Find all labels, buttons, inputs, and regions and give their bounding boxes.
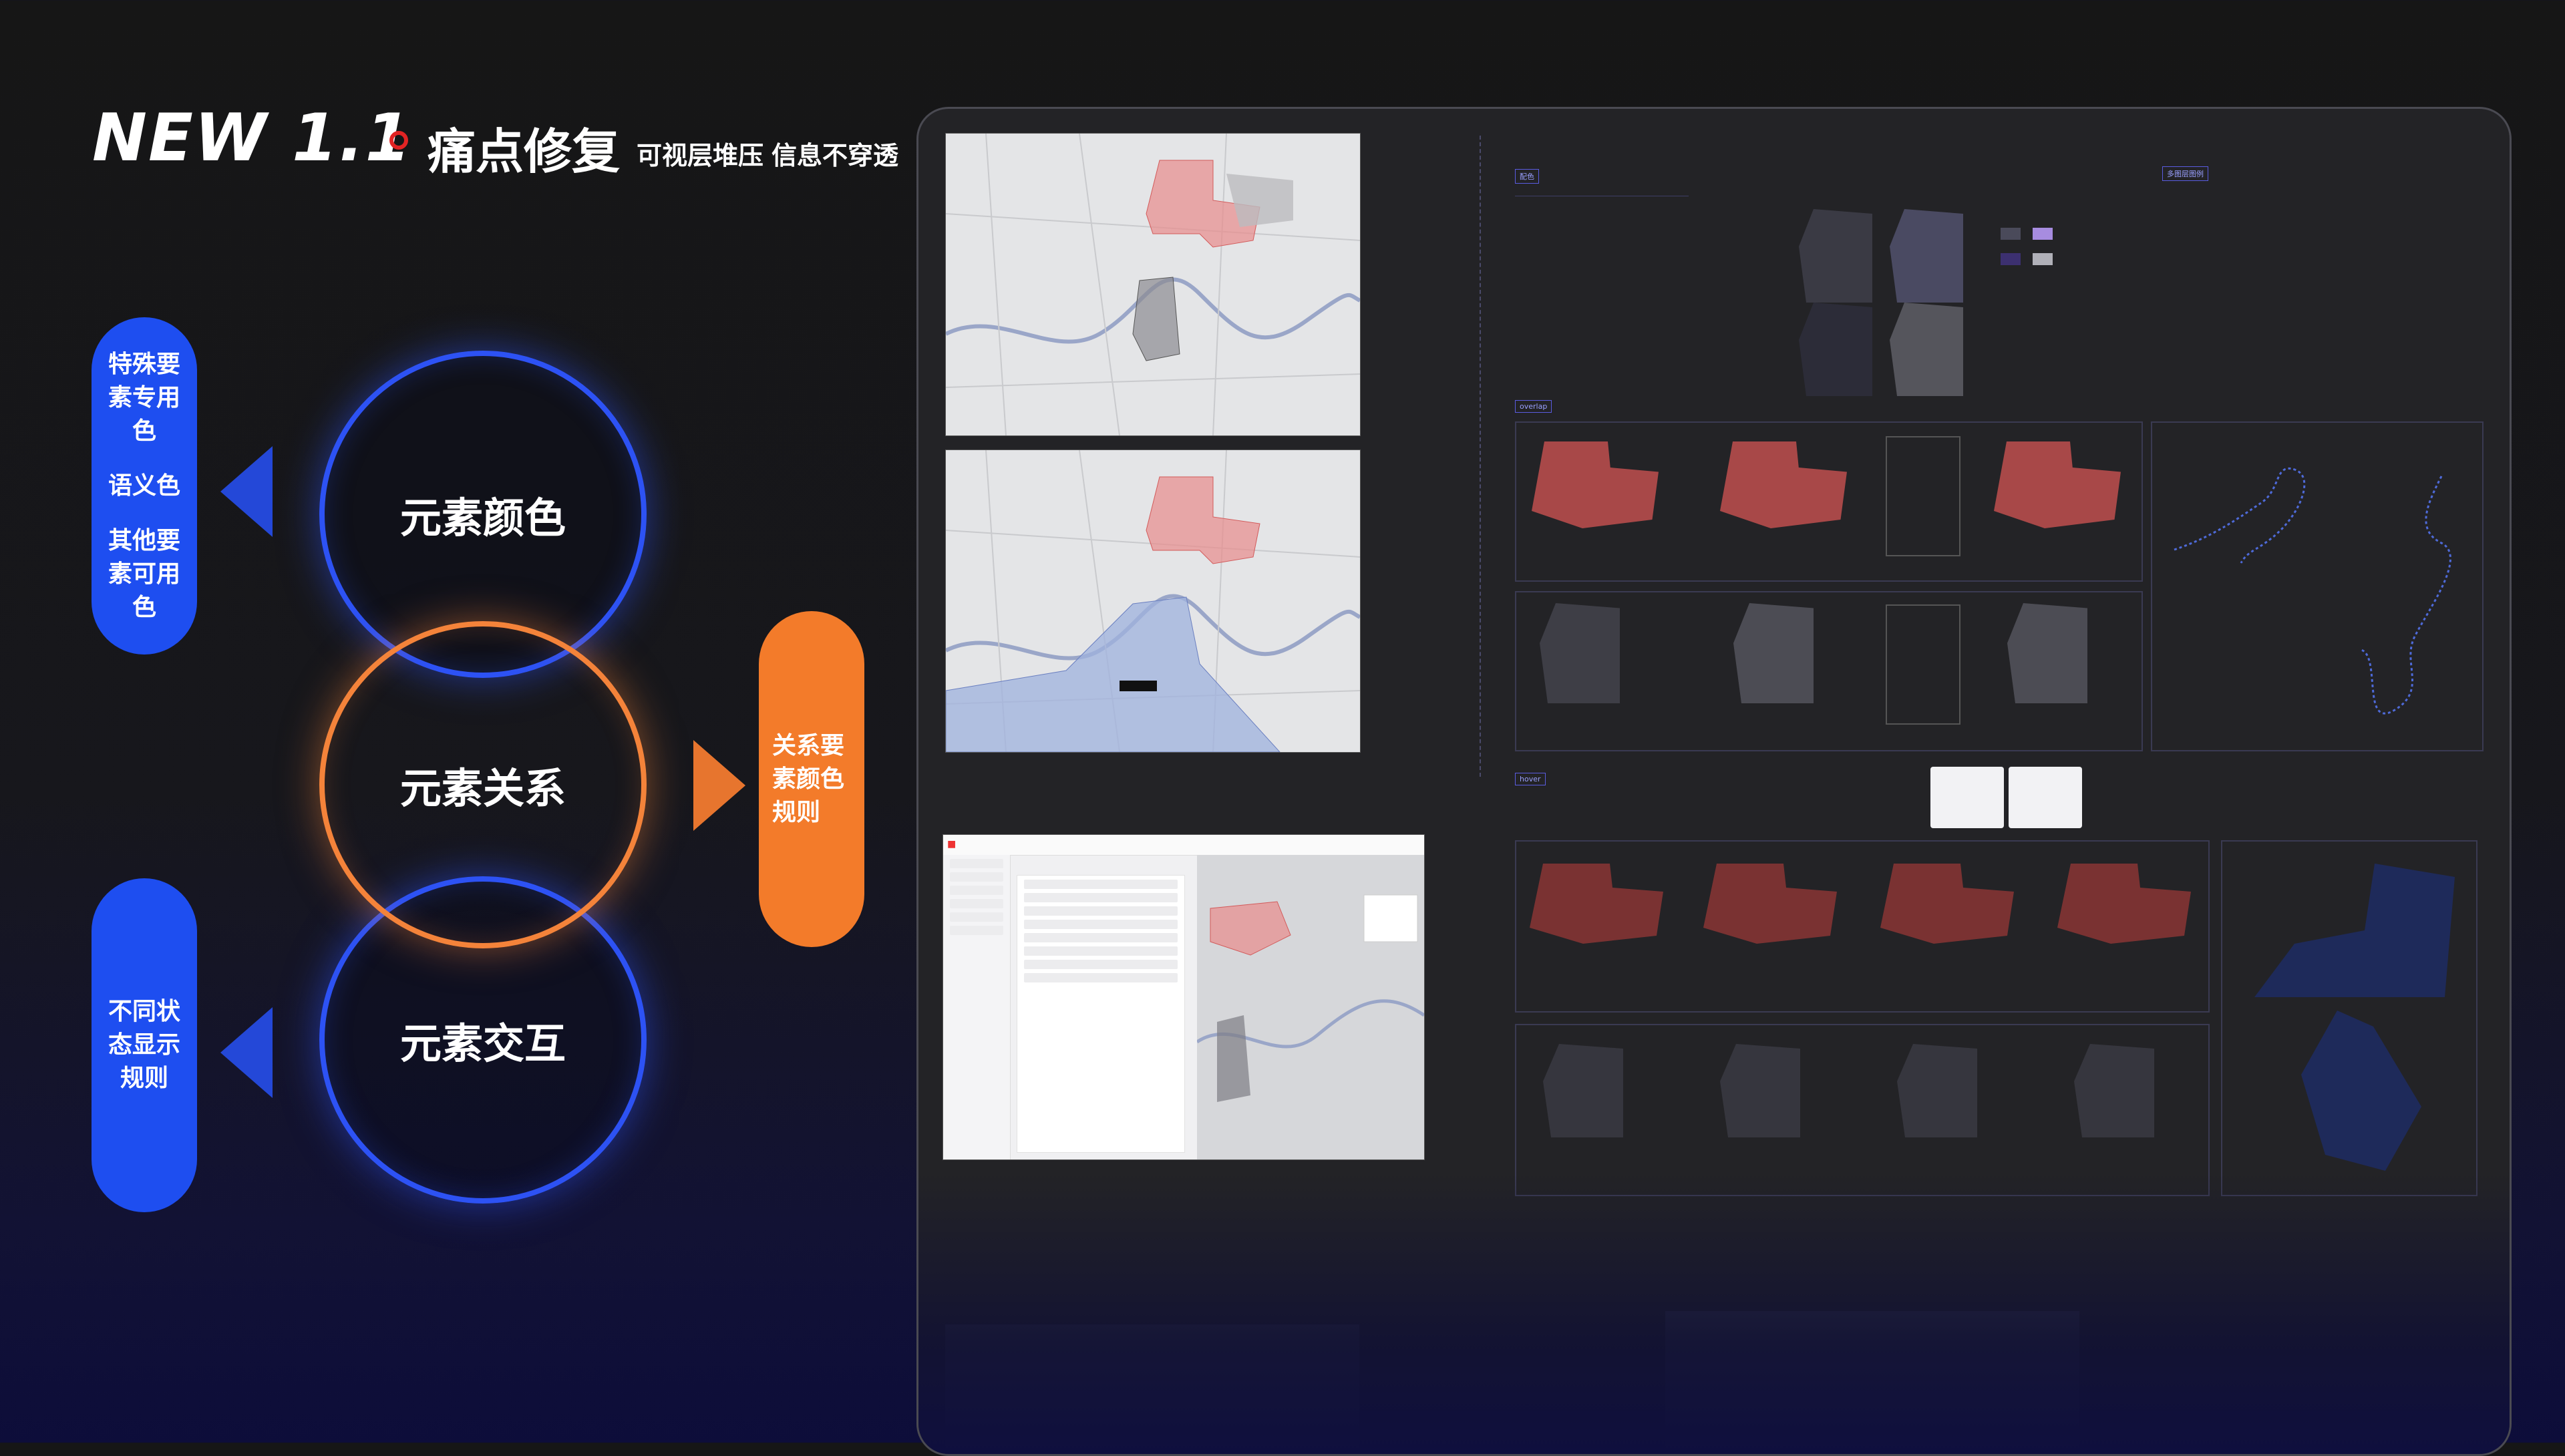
element-interaction-label: 元素交互 [399,1019,566,1068]
pill-text: 规则 [120,1065,168,1092]
region-shape [1890,303,1963,396]
swatch [2033,228,2053,240]
pill-text: 色 [132,417,156,445]
pill-text: 素可用 [108,560,180,588]
arrow-left-icon [220,446,273,537]
divider [1480,136,1481,777]
pill-text: 态显示 [108,1031,180,1059]
pill-text: 不同状 [108,998,180,1025]
relation-color-rules-pill: 关系要 素颜色 规则 [759,611,864,947]
app-logo-icon: ■ [947,839,957,850]
hover-card [2009,767,2082,828]
state-rules-pill: 不同状 态显示 规则 [92,878,197,1212]
grey-region-shape [1897,1044,1977,1137]
region-shape [1799,303,1872,396]
pill-text: 素专用 [108,383,180,411]
region-shape [1890,209,1963,303]
subtitle-stacking: 可视层堆压 [637,141,764,170]
swatch [2001,253,2021,265]
relation-example-box [1886,604,1960,725]
pill-text: 语义色 [108,472,180,500]
bottom-fade [918,1173,2510,1454]
design-spec-board: ■ 配色 多图层图例 overlap hover [916,107,2512,1456]
pill-text: 规则 [772,798,821,826]
spec-text-placeholder [1515,196,1689,236]
region-shape [1799,209,1872,303]
map-preview-blue-overlay [945,449,1361,753]
grey-region-shape [1543,1044,1623,1137]
arrow-right-icon [693,740,745,831]
hover-card [1930,767,2004,828]
grey-region-shape [2007,603,2087,703]
pill-text: 色 [132,593,156,621]
pill-text: 其他要 [108,526,180,554]
pill-text: 素颜色 [772,765,845,793]
section-title: 痛点修复 [428,124,621,180]
section-tag-legend: 多图层图例 [2162,166,2208,181]
arrow-left-icon [220,1007,273,1098]
swatch [2033,253,2053,265]
pill-text: 特殊要 [108,350,180,378]
element-relation-circle: 元素关系 [319,621,647,948]
swatch [2001,228,2021,240]
red-circle-icon [389,131,408,150]
pill-text: 关系要 [772,731,845,759]
element-relation-label: 元素关系 [399,764,566,813]
section-tag-overlap: overlap [1515,400,1552,413]
dashed-outline-shape [2174,467,2451,715]
color-categories-pill: 特殊要 素专用 色 语义色 其他要 素可用 色 [92,317,197,655]
relation-example-box [1886,436,1960,556]
subtitle-no-penetration: 信息不穿透 [772,141,899,170]
section-tag-hover: hover [1515,773,1546,785]
version-title: NEW 1.1 [92,100,412,176]
section-tag-color: 配色 [1515,169,1539,184]
grey-region-shape [1733,603,1814,703]
grey-region-shape [2074,1044,2154,1137]
app-screenshot-preview: ■ [943,834,1425,1160]
grey-region-shape [1720,1044,1800,1137]
map-preview-red-overlay [945,133,1361,436]
grey-region-shape [1540,603,1620,703]
element-color-label: 元素颜色 [399,494,566,542]
